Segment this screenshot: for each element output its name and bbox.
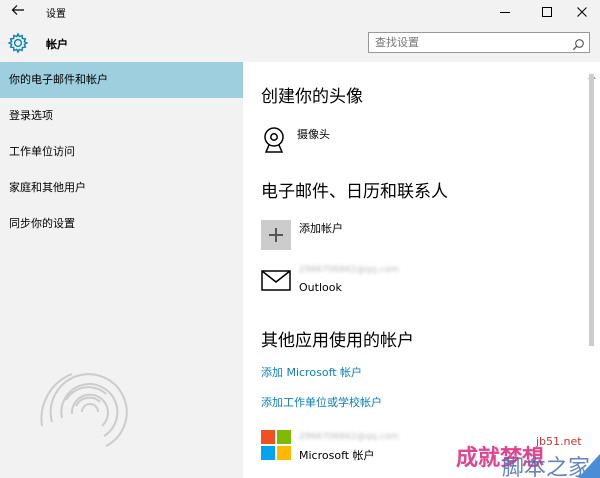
search-input[interactable] [375,36,565,49]
swirl-decoration [30,352,150,472]
sidebar-item-email-accounts[interactable]: 你的电子邮件和帐户 [0,62,243,98]
page-header: 帐户 [0,24,600,62]
add-microsoft-account-link[interactable]: 添加 Microsoft 帐户 [261,364,362,380]
microsoft-account-provider[interactable]: Microsoft 帐户 [299,447,375,463]
outlook-account-provider[interactable]: Outlook [299,281,342,294]
microsoft-account-email: 2966706842@qq.com [299,432,399,442]
minimize-button[interactable] [490,2,520,22]
main-content: 创建你的头像 摄像头 电子邮件、日历和联系人 添加帐户 2966706842@q… [243,62,585,478]
sidebar-item-sign-in-options[interactable]: 登录选项 [0,98,243,134]
page-title: 帐户 [46,38,68,51]
sidebar-item-sync[interactable]: 同步你的设置 [0,206,243,242]
microsoft-logo-icon [261,430,291,460]
other-apps-section-heading: 其他应用使用的帐户 [261,331,414,351]
watermark-corner-fold [578,454,600,478]
gear-icon [7,32,29,54]
search-icon[interactable] [572,36,585,51]
add-account-plus-icon[interactable] [261,220,291,250]
sidebar-item-work-access[interactable]: 工作单位访问 [0,134,243,170]
camera-label[interactable]: 摄像头 [297,126,330,142]
watermark-text: 脚本之家 [502,456,591,478]
sidebar-item-family[interactable]: 家庭和其他用户 [0,170,243,206]
camera-icon[interactable] [261,125,287,155]
mail-icon [261,270,291,292]
avatar-section-heading: 创建你的头像 [261,87,363,107]
search-box[interactable] [368,32,590,53]
title-bar: 设置 [0,0,600,24]
add-account-label[interactable]: 添加帐户 [299,220,343,236]
maximize-button[interactable] [532,2,562,22]
scroll-up-arrow-icon[interactable] [588,64,596,79]
watermark: 成就梦想 jb51.net 脚本之家 [450,432,600,478]
window-title: 设置 [46,9,66,20]
sidebar: 你的电子邮件和帐户 登录选项 工作单位访问 家庭和其他用户 同步你的设置 [0,62,243,478]
add-work-school-account-link[interactable]: 添加工作单位或学校帐户 [261,394,382,410]
outlook-account-email: 2966706842@qq.com [299,265,399,275]
scroll-thumb[interactable] [589,74,594,346]
watermark-site: jb51.net [536,435,582,448]
back-arrow-icon[interactable] [8,3,28,21]
close-button[interactable] [567,2,597,22]
email-section-heading: 电子邮件、日历和联系人 [261,182,448,202]
